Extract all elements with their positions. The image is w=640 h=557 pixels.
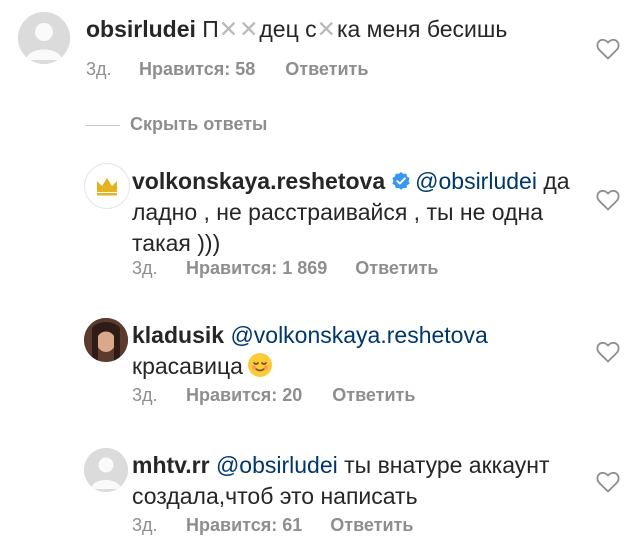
username[interactable]: volkonskaya.reshetova (132, 168, 385, 194)
reply-button[interactable]: Ответить (355, 258, 438, 279)
comment-meta: 3д. Нравится: 61 Ответить (132, 515, 413, 536)
like-heart-icon[interactable] (596, 341, 620, 363)
likes-count[interactable]: Нравится: 1 869 (186, 258, 327, 279)
divider-line (86, 125, 120, 126)
comment-text: mhtv.rr @obsirludei ты внатуре аккаунт с… (132, 452, 550, 509)
comment-text: volkonskaya.reshetova @obsirludei да ладн… (132, 168, 570, 256)
reply-button[interactable]: Ответить (285, 59, 368, 80)
avatar[interactable] (18, 12, 70, 64)
avatar[interactable] (84, 318, 128, 362)
verified-badge-icon (392, 172, 410, 190)
comment-meta: 3д. Нравится: 20 Ответить (132, 385, 415, 406)
mention-link[interactable]: @obsirludei (216, 452, 338, 478)
likes-count[interactable]: Нравится: 61 (186, 515, 302, 536)
mention-link[interactable]: @volkonskaya.reshetova (230, 322, 487, 348)
timestamp[interactable]: 3д. (132, 385, 186, 406)
mention-link[interactable]: @obsirludei (415, 168, 537, 194)
reply-button[interactable]: Ответить (330, 515, 413, 536)
avatar[interactable] (84, 163, 130, 209)
comment-text: obsirludei П✕✕дец с✕ка меня бесишь (86, 14, 576, 45)
comment-meta: 3д. Нравится: 1 869 Ответить (132, 258, 438, 279)
profile-photo-icon (84, 318, 128, 362)
reply-button[interactable]: Ответить (332, 385, 415, 406)
default-avatar-icon (18, 12, 70, 64)
default-avatar-icon (84, 448, 128, 492)
crown-icon (97, 178, 117, 196)
username[interactable]: obsirludei (86, 16, 196, 42)
comment-meta: 3д. Нравится: 58 Ответить (86, 59, 368, 80)
like-heart-icon[interactable] (596, 38, 620, 60)
likes-count[interactable]: Нравится: 20 (186, 385, 302, 406)
timestamp[interactable]: 3д. (132, 258, 186, 279)
like-heart-icon[interactable] (596, 189, 620, 211)
timestamp[interactable]: 3д. (132, 515, 186, 536)
comment-body: П✕✕дец с✕ка меня бесишь (202, 16, 508, 42)
like-heart-icon[interactable] (596, 471, 620, 493)
username[interactable]: mhtv.rr (132, 452, 210, 478)
username[interactable]: kladusik (132, 322, 224, 348)
avatar[interactable] (84, 448, 128, 492)
comment-text: kladusik @volkonskaya.reshetova красавиц… (132, 322, 488, 379)
hide-replies-label[interactable]: Скрыть ответы (130, 114, 267, 135)
likes-count[interactable]: Нравится: 58 (139, 59, 255, 80)
timestamp[interactable]: 3д. (86, 59, 139, 80)
relieved-face-emoji-icon (247, 353, 272, 377)
